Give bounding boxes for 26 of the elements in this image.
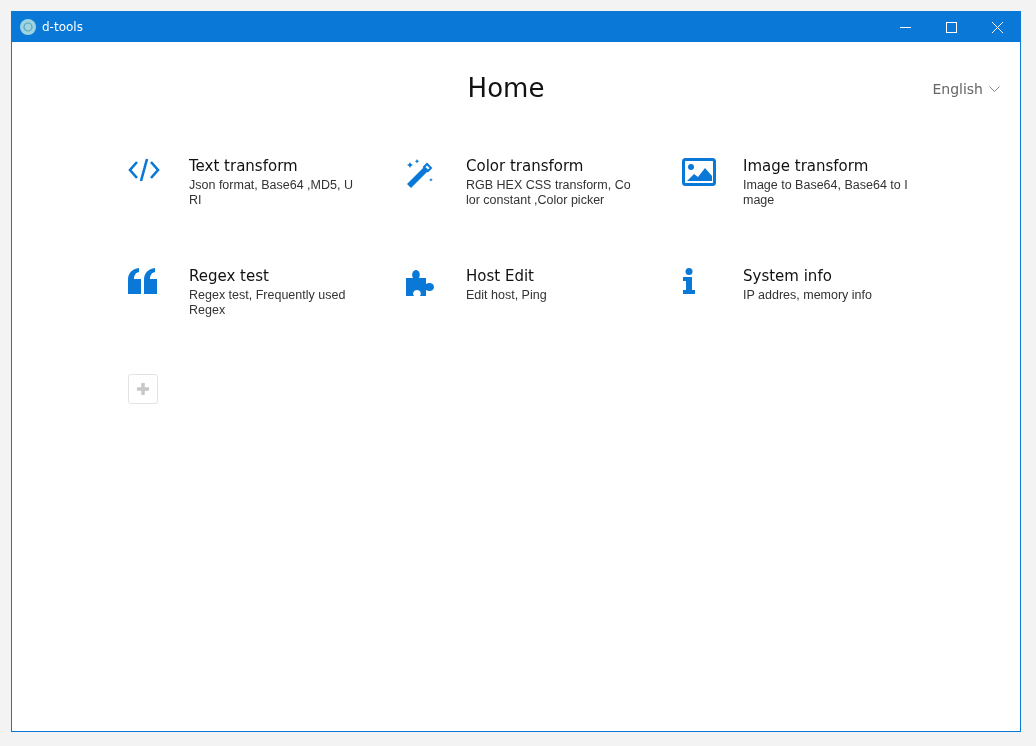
window-title: d-tools bbox=[42, 20, 83, 34]
tool-title[interactable]: Regex test bbox=[189, 266, 354, 286]
code-icon[interactable] bbox=[128, 158, 160, 182]
tool-description: IP addres, memory info bbox=[743, 288, 873, 303]
page-title: Home bbox=[467, 73, 545, 103]
tool-title[interactable]: Host Edit bbox=[466, 266, 631, 286]
tool-title[interactable]: Text transform bbox=[189, 156, 354, 176]
language-dropdown[interactable]: English bbox=[932, 81, 1000, 97]
puzzle-piece-icon[interactable] bbox=[405, 268, 435, 296]
plus-icon bbox=[137, 383, 149, 395]
tool-title[interactable]: Image transform bbox=[743, 156, 908, 176]
tool-description: Image to Base64, Base64 to Image bbox=[743, 178, 908, 208]
tool-description: RGB HEX CSS transform, Color constant ,Color picker bbox=[466, 178, 631, 208]
quote-icon[interactable] bbox=[128, 268, 158, 294]
app-logo-icon bbox=[20, 19, 36, 35]
maximize-icon bbox=[945, 21, 957, 33]
tool-description: Regex test, Frequently used Regex bbox=[189, 288, 347, 318]
image-icon[interactable] bbox=[682, 158, 716, 186]
tool-description: Json format, Base64 ,MD5, URI bbox=[189, 178, 354, 208]
info-icon[interactable] bbox=[682, 268, 696, 294]
chevron-down-icon bbox=[989, 85, 1000, 93]
tool-title[interactable]: System info bbox=[743, 266, 908, 286]
tool-description: Edit host, Ping bbox=[466, 288, 548, 303]
close-icon bbox=[991, 21, 1003, 33]
tool-title[interactable]: Color transform bbox=[466, 156, 631, 176]
magic-wand-icon[interactable] bbox=[405, 158, 435, 188]
